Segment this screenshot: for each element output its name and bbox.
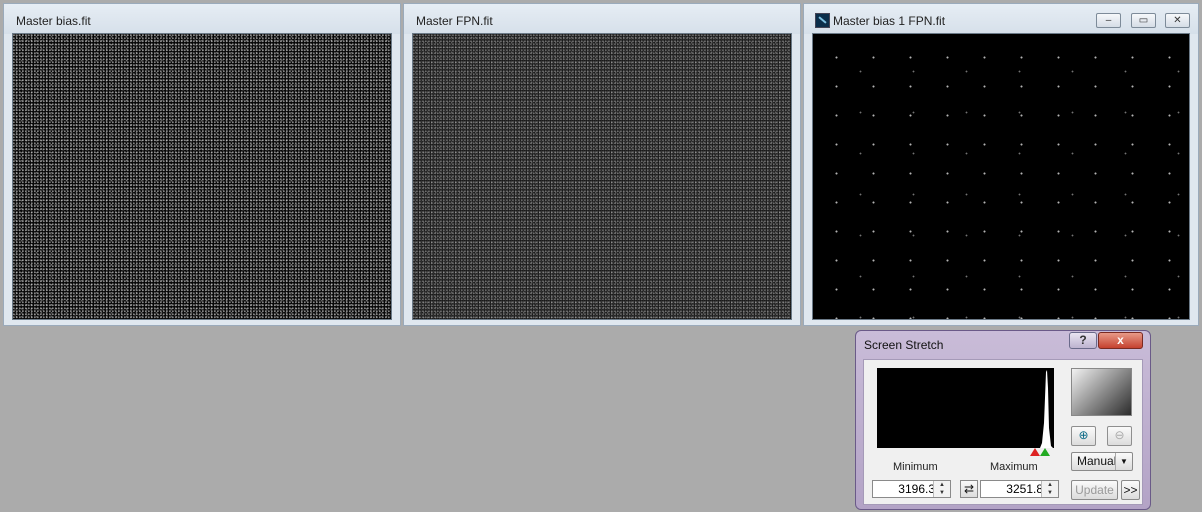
restore-button[interactable]: ▭	[1131, 13, 1156, 28]
histogram[interactable]	[877, 368, 1059, 456]
close-button[interactable]: ✕	[1165, 13, 1190, 28]
swap-icon: ⇄	[963, 482, 975, 496]
minimum-label: Minimum	[893, 461, 938, 473]
dialog-close-button[interactable]: x	[1098, 332, 1143, 349]
image-window-master-bias-1-fpn[interactable]: Master bias 1 FPN.fit – ▭ ✕	[803, 3, 1199, 326]
image-window-master-fpn[interactable]: Master FPN.fit	[403, 3, 801, 326]
maximum-spin-arrows[interactable]: ▲ ▼	[1041, 481, 1058, 497]
window-title: Master FPN.fit	[416, 14, 493, 28]
expand-button[interactable]: >>	[1121, 480, 1140, 500]
screen-stretch-dialog[interactable]: Screen Stretch ? x ⊕ ⊖ Manual ▼ Minimum …	[855, 330, 1151, 510]
window-title: Master bias 1 FPN.fit	[833, 14, 946, 28]
spin-down-icon[interactable]: ▼	[934, 489, 950, 497]
histogram-graph	[1039, 370, 1059, 456]
spin-up-icon[interactable]: ▲	[934, 481, 950, 489]
stretch-mode-value: Manual	[1077, 454, 1117, 468]
minimize-button[interactable]: –	[1096, 13, 1121, 28]
minimum-spinner[interactable]: ▲ ▼	[872, 480, 951, 498]
maximum-input[interactable]	[981, 481, 1045, 497]
marker-triangles	[1030, 448, 1050, 456]
zoom-out-button[interactable]: ⊖	[1107, 426, 1132, 446]
update-button[interactable]: Update	[1071, 480, 1118, 500]
dialog-title: Screen Stretch	[864, 338, 944, 352]
chevron-down-icon: ▼	[1115, 453, 1132, 470]
maximum-spinner[interactable]: ▲ ▼	[980, 480, 1059, 498]
zoom-in-icon: ⊕	[1078, 428, 1089, 442]
marker-area	[1028, 444, 1052, 456]
maximum-label: Maximum	[990, 461, 1038, 473]
gradient-preview	[1071, 368, 1132, 416]
dialog-body: ⊕ ⊖ Manual ▼ Minimum Maximum ▲ ▼ ⇄ ▲ ▼	[863, 359, 1143, 505]
minimum-slider-icon[interactable]	[1030, 448, 1040, 456]
image-display[interactable]	[12, 33, 392, 320]
minimum-input[interactable]	[873, 481, 937, 497]
window-title: Master bias.fit	[16, 14, 91, 28]
app-icon	[815, 13, 830, 28]
spin-up-icon[interactable]: ▲	[1042, 481, 1058, 489]
image-display[interactable]	[412, 33, 792, 320]
image-display[interactable]	[812, 33, 1190, 320]
spin-down-icon[interactable]: ▼	[1042, 489, 1058, 497]
maximum-slider-icon[interactable]	[1040, 448, 1050, 456]
swap-button[interactable]: ⇄	[960, 480, 978, 498]
zoom-in-button[interactable]: ⊕	[1071, 426, 1096, 446]
stretch-mode-select[interactable]: Manual ▼	[1071, 452, 1133, 471]
zoom-out-icon: ⊖	[1114, 428, 1125, 442]
help-button[interactable]: ?	[1069, 332, 1097, 349]
minimum-spin-arrows[interactable]: ▲ ▼	[933, 481, 950, 497]
histogram-peak	[1040, 370, 1053, 448]
image-window-master-bias[interactable]: Master bias.fit	[3, 3, 401, 326]
